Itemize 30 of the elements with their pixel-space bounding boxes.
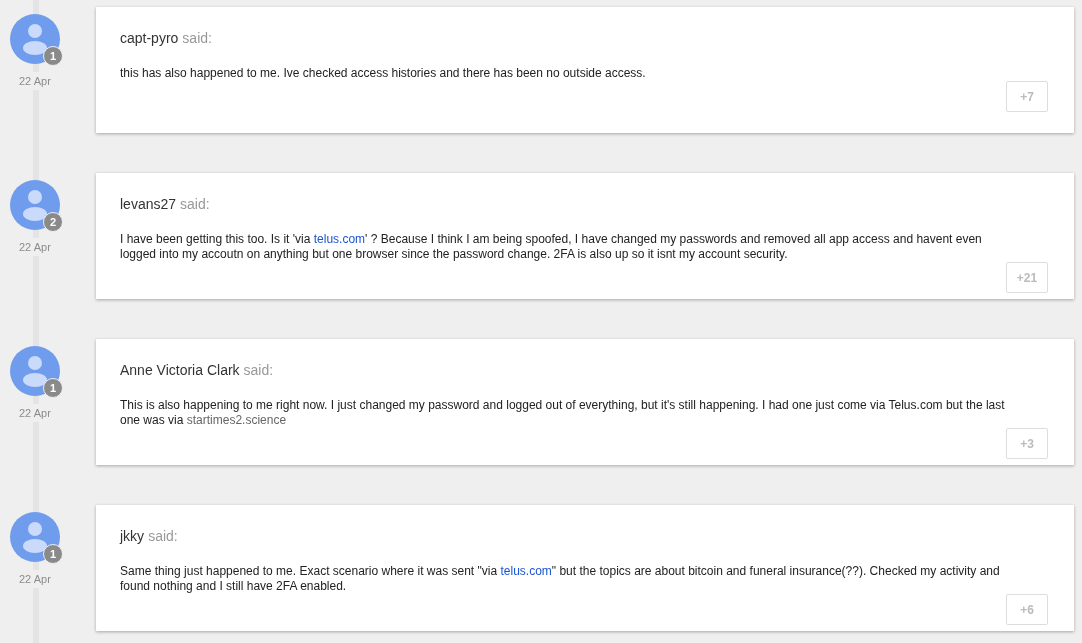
link[interactable]: startimes2.science xyxy=(186,413,287,427)
avatar-icon xyxy=(10,512,60,562)
said-label: said: xyxy=(148,528,178,544)
post-date: 22 Apr xyxy=(17,238,53,256)
post-date: 22 Apr xyxy=(17,570,53,588)
author-name: Anne Victoria Clark xyxy=(120,362,240,378)
avatar-icon xyxy=(10,346,60,396)
count-badge: 1 xyxy=(43,46,63,66)
count-badge: 2 xyxy=(43,212,63,232)
said-label: said: xyxy=(182,30,212,46)
author-name: jkky xyxy=(120,528,145,544)
avatar-icon xyxy=(10,180,60,230)
count-badge: 1 xyxy=(43,544,63,564)
comment-text: Same thing just happened to me. Exact scenario where it was sent "via telus.com" but the topics are about bitcoin and funeral insurance(??). Checked my activity and found nothing and I still have 2FA enabled. xyxy=(120,564,1001,594)
said-label: said: xyxy=(180,196,210,212)
author-name: levans27 xyxy=(120,196,177,212)
said-label: said: xyxy=(243,362,274,378)
count-badge: 1 xyxy=(43,378,63,398)
post-date: 22 Apr xyxy=(17,404,53,422)
plus-one-button[interactable]: +21 xyxy=(1006,262,1048,293)
comment-text: this has also happened to me. Ive checked access histories and there has been no outside access. xyxy=(120,66,647,81)
plus-one-button[interactable]: +7 xyxy=(1006,81,1048,112)
post-date: 22 Apr xyxy=(17,72,53,90)
link[interactable]: telus.com xyxy=(500,564,552,578)
plus-one-button[interactable]: +6 xyxy=(1006,594,1048,625)
author-name: capt-pyro xyxy=(120,30,179,46)
avatar-icon xyxy=(10,14,60,64)
comment-text: I have been getting this too. Is it 'via telus.com' ? Because I think I am being spoofed, I have changed my passwords and removed all app access and havent even logged into my accoutn on anything but one browser since the password change. 2FA is also up so it isnt my account security. xyxy=(120,232,983,262)
comment-text: This is also happening to me right now. I just changed my password and logged out of everything, but it's still happening. I had one just come via Telus.com but the last one was via startimes2.science xyxy=(120,398,1006,428)
plus-one-button[interactable]: +3 xyxy=(1006,428,1048,459)
